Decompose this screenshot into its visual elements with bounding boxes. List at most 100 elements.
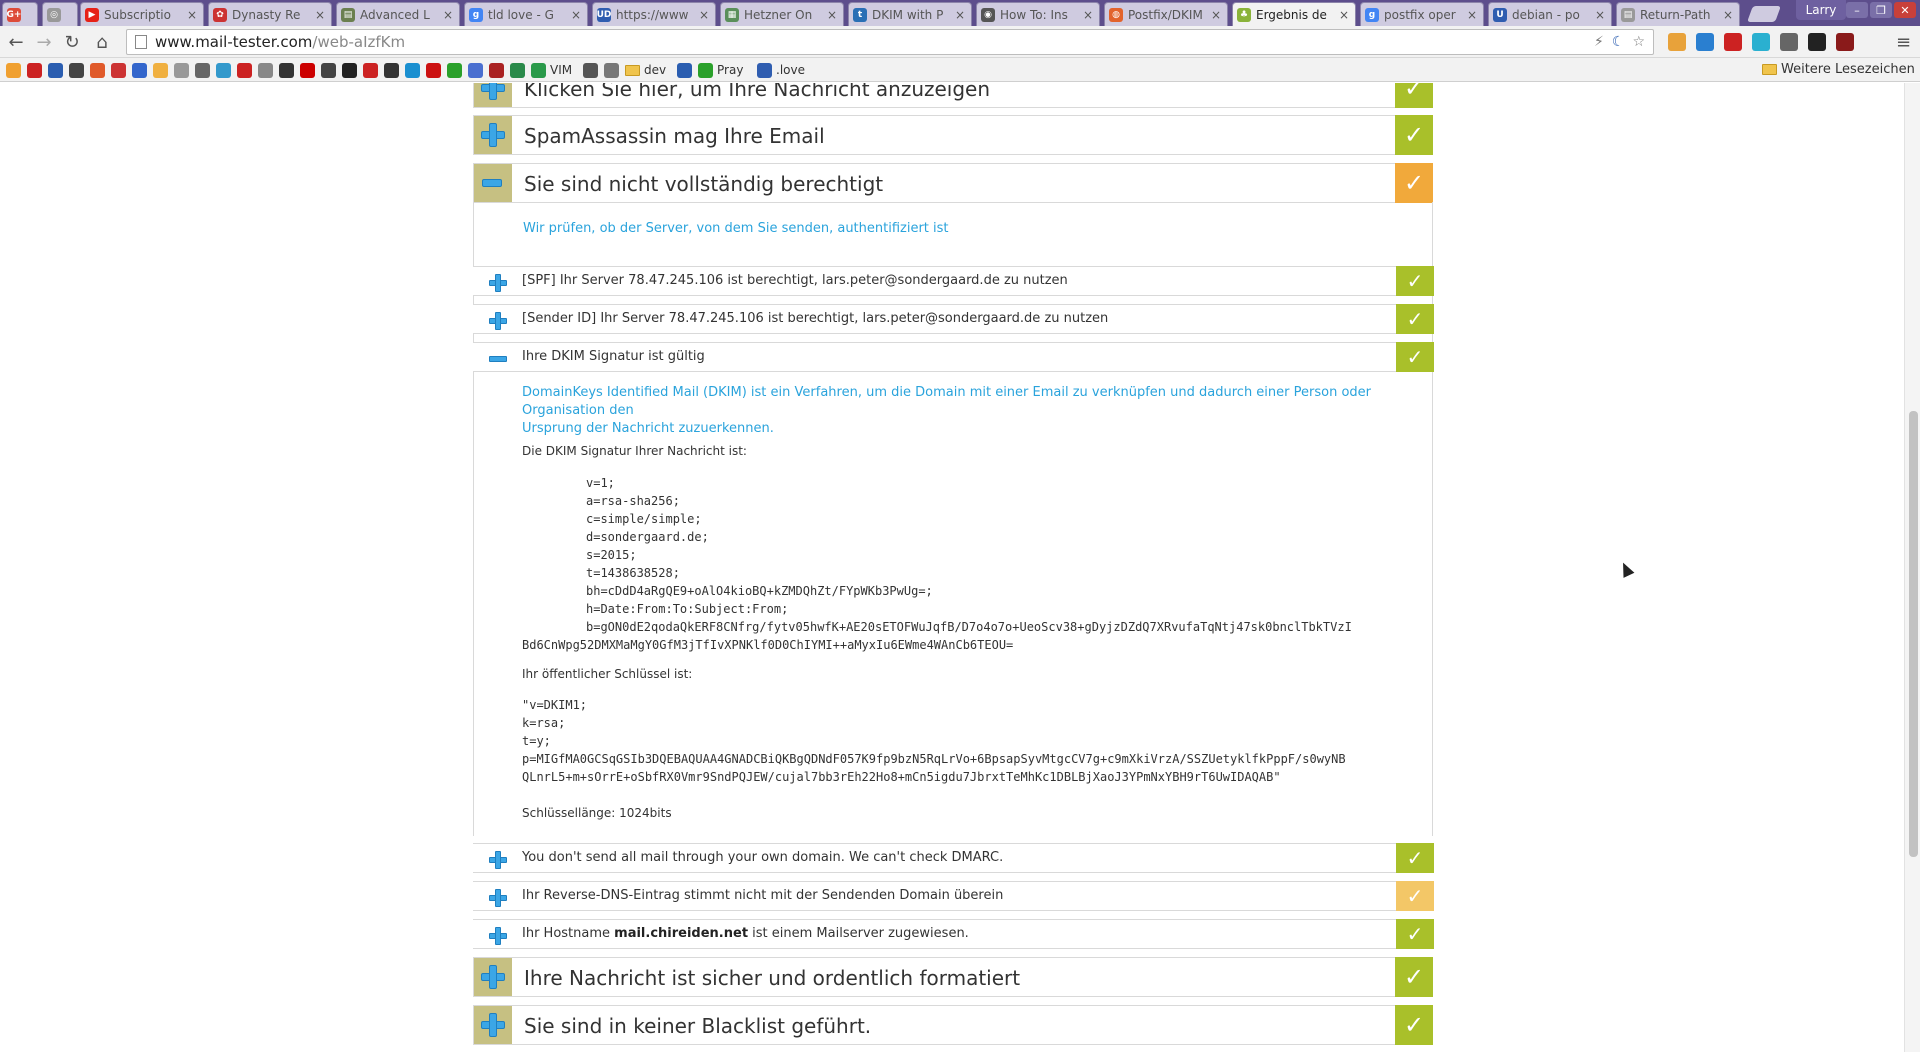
bookmark-folder[interactable]: dev (625, 62, 666, 78)
bookmark-item[interactable] (48, 62, 67, 78)
bookmark-item[interactable] (426, 62, 445, 78)
address-bar[interactable]: www.mail-tester.com/web-aIzfKm ⚡ ☾ ☆ (126, 29, 1654, 55)
auth-check-dkim[interactable]: Ihre DKIM Signatur ist gültig ✓ (473, 342, 1434, 372)
browser-tab[interactable]: ▤ Return-Path × (1616, 2, 1740, 26)
bookmark-item[interactable] (447, 62, 466, 78)
browser-tab[interactable]: ▤ Advanced L × (336, 2, 460, 26)
browser-tab[interactable]: ♣ Ergebnis de × (1232, 2, 1356, 26)
bookmark-item[interactable] (342, 62, 361, 78)
browser-tab[interactable]: UD https://www × (592, 2, 716, 26)
bookmark-item[interactable] (195, 62, 214, 78)
tab-close-icon[interactable]: × (699, 8, 709, 22)
bookmark-item[interactable] (27, 62, 46, 78)
bookmark-item[interactable] (90, 62, 109, 78)
browser-tab[interactable]: ▶ Subscriptio × (80, 2, 204, 26)
minus-icon[interactable] (489, 350, 507, 368)
plus-icon[interactable] (489, 312, 507, 330)
tab-close-icon[interactable]: × (187, 8, 197, 22)
bookmark-item[interactable]: VIM (531, 62, 572, 78)
vertical-scrollbar[interactable] (1904, 83, 1920, 1052)
auth-check-dmarc[interactable]: You don't send all mail through your own… (473, 843, 1434, 873)
bookmark-item[interactable] (279, 62, 298, 78)
minimize-icon[interactable]: – (1846, 2, 1868, 18)
bookmark-item[interactable] (468, 62, 487, 78)
browser-tab[interactable]: ◉ How To: Ins × (976, 2, 1100, 26)
reload-icon[interactable]: ↻ (62, 32, 82, 53)
expand-toggle[interactable] (474, 116, 512, 154)
menu-icon[interactable]: ≡ (1896, 32, 1911, 53)
extension-icon[interactable] (1724, 33, 1742, 51)
browser-tab[interactable]: Udebian - po × (1488, 2, 1612, 26)
bookmark-star-icon[interactable]: ☆ (1632, 34, 1645, 50)
tab-close-icon[interactable]: × (443, 8, 453, 22)
bookmark-item[interactable] (604, 62, 623, 78)
bookmark-item[interactable] (69, 62, 88, 78)
browser-tab[interactable]: t DKIM with P × (848, 2, 972, 26)
browser-tab[interactable]: ▦ Hetzner On × (720, 2, 844, 26)
more-bookmarks[interactable]: Weitere Lesezeichen (1762, 62, 1915, 77)
result-section[interactable]: Sie sind in keiner Blacklist geführt. ✓ (473, 1005, 1433, 1045)
expand-toggle[interactable] (474, 958, 512, 996)
tab-close-icon[interactable]: × (1339, 8, 1349, 22)
bookmark-item[interactable] (510, 62, 529, 78)
browser-tab[interactable]: g tld love - G × (464, 2, 588, 26)
tab-close-icon[interactable]: × (1467, 8, 1477, 22)
close-window-icon[interactable]: ✕ (1894, 2, 1916, 18)
cookie-extension-icon[interactable] (1668, 33, 1686, 51)
extension-icon[interactable] (1808, 33, 1826, 51)
result-section[interactable]: SpamAssassin mag Ihre Email ✓ (473, 115, 1433, 155)
tab-close-icon[interactable]: × (827, 8, 837, 22)
tab-close-icon[interactable]: × (1595, 8, 1605, 22)
bookmark-item[interactable] (321, 62, 340, 78)
lightning-icon[interactable]: ⚡ (1594, 34, 1604, 50)
tab-close-icon[interactable]: × (315, 8, 325, 22)
plus-icon[interactable] (489, 927, 507, 945)
result-section-expanded[interactable]: Sie sind nicht vollständig berechtigt ✓ (473, 163, 1433, 203)
home-icon[interactable]: ⌂ (92, 32, 112, 53)
bookmark-item[interactable] (405, 62, 424, 78)
browser-tab[interactable]: ◎ (42, 2, 78, 26)
bookmark-item[interactable]: Pray (698, 62, 743, 78)
moon-icon[interactable]: ☾ (1612, 34, 1625, 50)
browser-tab[interactable]: G+ (2, 2, 38, 26)
bookmark-item[interactable] (174, 62, 193, 78)
forward-arrow-icon[interactable]: → (34, 32, 54, 53)
plus-icon[interactable] (489, 889, 507, 907)
bookmark-item[interactable] (6, 62, 25, 78)
bookmark-item[interactable] (384, 62, 403, 78)
bookmark-item[interactable] (153, 62, 172, 78)
auth-check-sender-id[interactable]: [Sender ID] Ihr Server 78.47.245.106 ist… (473, 304, 1434, 334)
expand-toggle[interactable] (474, 83, 512, 107)
browser-tab[interactable]: ✿ Dynasty Re × (208, 2, 332, 26)
bookmark-item[interactable] (677, 62, 696, 78)
plus-icon[interactable] (489, 851, 507, 869)
bookmark-item[interactable] (132, 62, 151, 78)
collapse-toggle[interactable] (474, 164, 512, 202)
result-section[interactable]: Ihre Nachricht ist sicher und ordentlich… (473, 957, 1433, 997)
browser-tab[interactable]: ◍ Postfix/DKIM × (1104, 2, 1228, 26)
bookmark-item[interactable] (300, 62, 319, 78)
auth-check-hostname[interactable]: Ihr Hostname mail.chireiden.net ist eine… (473, 919, 1434, 949)
tab-close-icon[interactable]: × (1211, 8, 1221, 22)
browser-tab[interactable]: g postfix oper × (1360, 2, 1484, 26)
bookmark-item[interactable]: .love (757, 62, 805, 78)
tab-close-icon[interactable]: × (1723, 8, 1733, 22)
scrollbar-thumb[interactable] (1909, 411, 1918, 857)
ublock-icon[interactable] (1836, 33, 1854, 51)
tab-close-icon[interactable]: × (571, 8, 581, 22)
bookmark-item[interactable] (363, 62, 382, 78)
expand-toggle[interactable] (474, 1006, 512, 1044)
restore-icon[interactable]: ❐ (1870, 2, 1892, 18)
bookmark-item[interactable] (216, 62, 235, 78)
bookmark-item[interactable] (111, 62, 130, 78)
bookmark-item[interactable] (583, 62, 602, 78)
auth-check-spf[interactable]: [SPF] Ihr Server 78.47.245.106 ist berec… (473, 266, 1434, 296)
new-tab-button[interactable] (1747, 6, 1781, 22)
tab-close-icon[interactable]: × (955, 8, 965, 22)
bookmark-item[interactable] (237, 62, 256, 78)
extension-icon[interactable] (1696, 33, 1714, 51)
bookmark-item[interactable] (489, 62, 508, 78)
plus-icon[interactable] (489, 274, 507, 292)
extension-icon[interactable] (1752, 33, 1770, 51)
back-arrow-icon[interactable]: ← (6, 32, 26, 53)
